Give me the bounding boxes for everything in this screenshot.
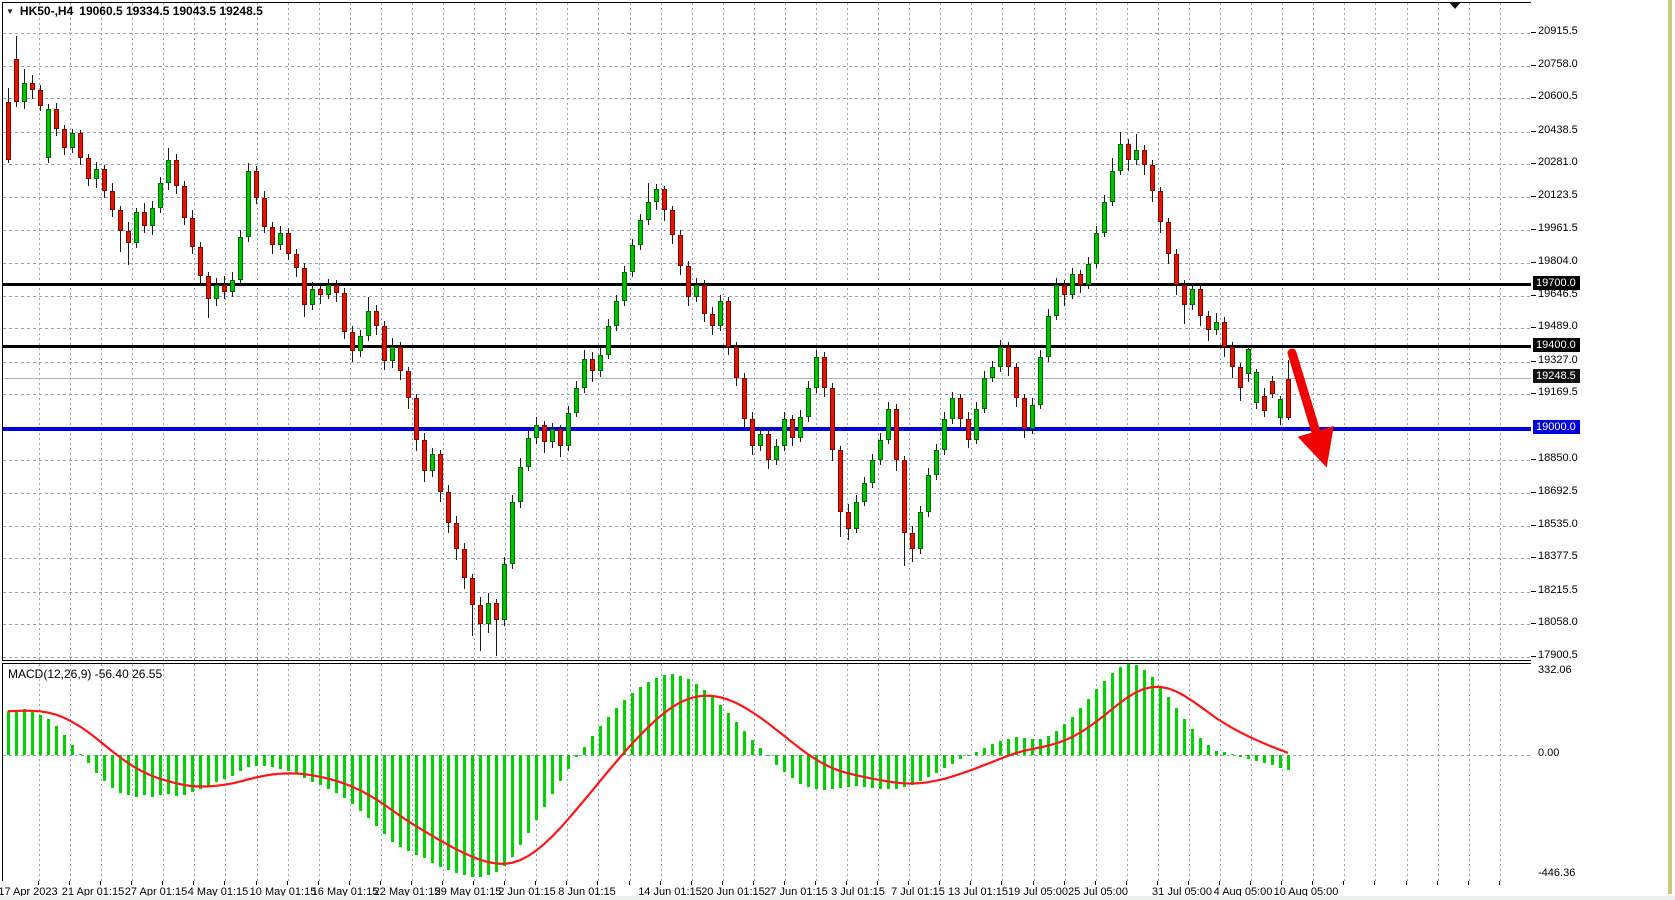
macd-main-value: -56.40 xyxy=(95,667,129,681)
scroll-marker-icon xyxy=(1449,2,1461,9)
macd-label: MACD(12,26,9) -56.40 26.55 xyxy=(8,667,162,681)
down-arrow-annotation[interactable] xyxy=(0,0,1675,900)
macd-name: MACD(12,26,9) xyxy=(8,667,91,681)
window-edge-strip xyxy=(1668,0,1672,894)
macd-signal-value: 26.55 xyxy=(132,667,162,681)
mt4-chart-window: ▼ HK50-,H4 19060.5 19334.5 19043.5 19248… xyxy=(0,0,1675,900)
status-strip xyxy=(0,896,1675,900)
